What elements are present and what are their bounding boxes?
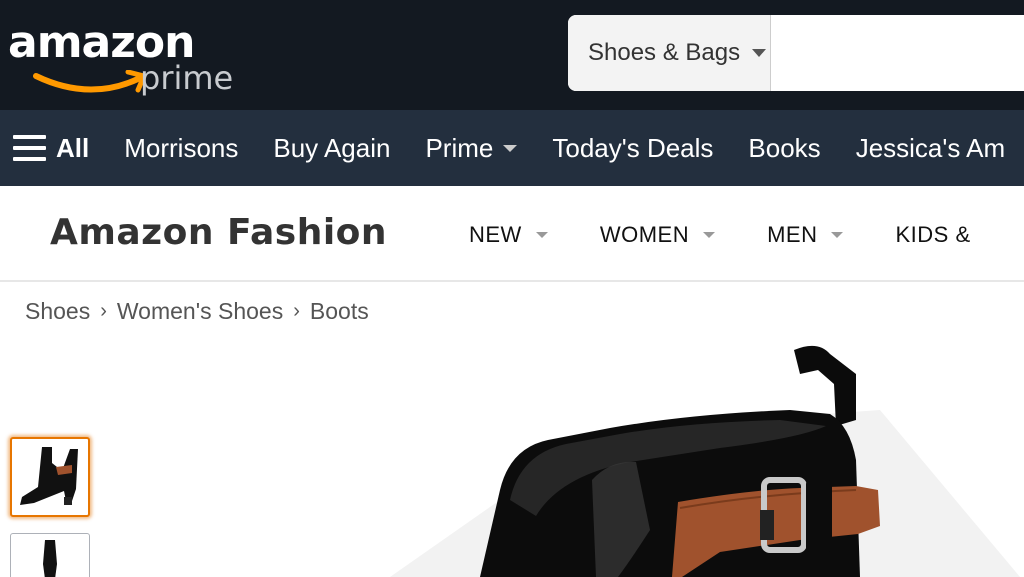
breadcrumb: Shoes › Women's Shoes › Boots bbox=[25, 298, 369, 325]
fashion-menu-label: WOMEN bbox=[599, 222, 690, 247]
product-main-image[interactable] bbox=[360, 330, 1024, 577]
caret-down-icon bbox=[535, 232, 548, 238]
patent-boot-main-icon bbox=[390, 345, 1020, 577]
nav-item-label: Buy Again bbox=[273, 132, 391, 163]
caret-down-icon bbox=[752, 49, 767, 57]
amazon-prime-logo[interactable]: amazon prime bbox=[8, 18, 238, 100]
fashion-menu-men[interactable]: MEN bbox=[767, 222, 844, 248]
search-input[interactable] bbox=[772, 15, 1024, 91]
amazon-fashion-title[interactable]: Amazon Fashion bbox=[50, 212, 387, 253]
nav-item-label: Today's Deals bbox=[552, 132, 714, 163]
nav-bar: All Morrisons Buy Again Prime Today's De… bbox=[0, 110, 1024, 186]
hamburger-menu-icon bbox=[13, 135, 46, 161]
caret-down-icon bbox=[503, 144, 518, 152]
breadcrumb-link-boots[interactable]: Boots bbox=[310, 298, 369, 325]
nav-item-prime[interactable]: Prime bbox=[425, 132, 518, 164]
fashion-menu-label: KIDS & bbox=[895, 222, 971, 247]
search-bar: Shoes & Bags bbox=[568, 15, 1024, 91]
fashion-menu-women[interactable]: WOMEN bbox=[599, 222, 716, 248]
nav-all-menu-button[interactable]: All bbox=[13, 133, 89, 164]
logo-prime-tagline: prime bbox=[140, 59, 234, 97]
breadcrumb-link-shoes[interactable]: Shoes bbox=[25, 298, 90, 325]
search-department-dropdown[interactable]: Shoes & Bags bbox=[568, 15, 771, 91]
nav-item-label: Morrisons bbox=[124, 132, 239, 163]
breadcrumb-separator-icon: › bbox=[293, 300, 300, 322]
boot-side-thumbnail-icon bbox=[20, 447, 78, 505]
breadcrumb-separator-icon: › bbox=[100, 300, 107, 322]
nav-item-morrisons[interactable]: Morrisons bbox=[124, 133, 238, 164]
breadcrumb-link-womens-shoes[interactable]: Women's Shoes bbox=[117, 298, 283, 325]
product-thumbnail-2[interactable] bbox=[10, 533, 90, 577]
fashion-menu-label: MEN bbox=[767, 222, 818, 247]
nav-item-todays-deals[interactable]: Today's Deals bbox=[552, 133, 713, 164]
fashion-menu-label: NEW bbox=[469, 222, 522, 247]
fashion-menu: NEW WOMEN MEN KIDS & bbox=[469, 222, 1023, 248]
nav-item-books[interactable]: Books bbox=[748, 133, 820, 164]
fashion-menu-new[interactable]: NEW bbox=[469, 222, 548, 248]
product-thumbnail-1[interactable] bbox=[10, 437, 90, 517]
boot-front-thumbnail-icon bbox=[43, 540, 57, 577]
smile-arrow-icon bbox=[33, 70, 147, 93]
nav-all-label: All bbox=[56, 132, 90, 163]
caret-down-icon bbox=[703, 232, 716, 238]
nav-item-label: Jessica's Am bbox=[855, 132, 1006, 163]
top-header: amazon prime Shoes & Bags bbox=[0, 0, 1024, 110]
fashion-subnav: Amazon Fashion NEW WOMEN MEN KIDS & bbox=[0, 186, 1024, 282]
nav-item-buy-again[interactable]: Buy Again bbox=[273, 133, 390, 164]
caret-down-icon bbox=[831, 232, 844, 238]
search-department-label: Shoes & Bags bbox=[588, 39, 741, 66]
fashion-menu-kids[interactable]: KIDS & bbox=[895, 222, 970, 248]
nav-item-jessicas-amazon[interactable]: Jessica's Am bbox=[856, 133, 1005, 164]
nav-item-label: Books bbox=[748, 132, 821, 163]
nav-item-label: Prime bbox=[425, 132, 494, 163]
